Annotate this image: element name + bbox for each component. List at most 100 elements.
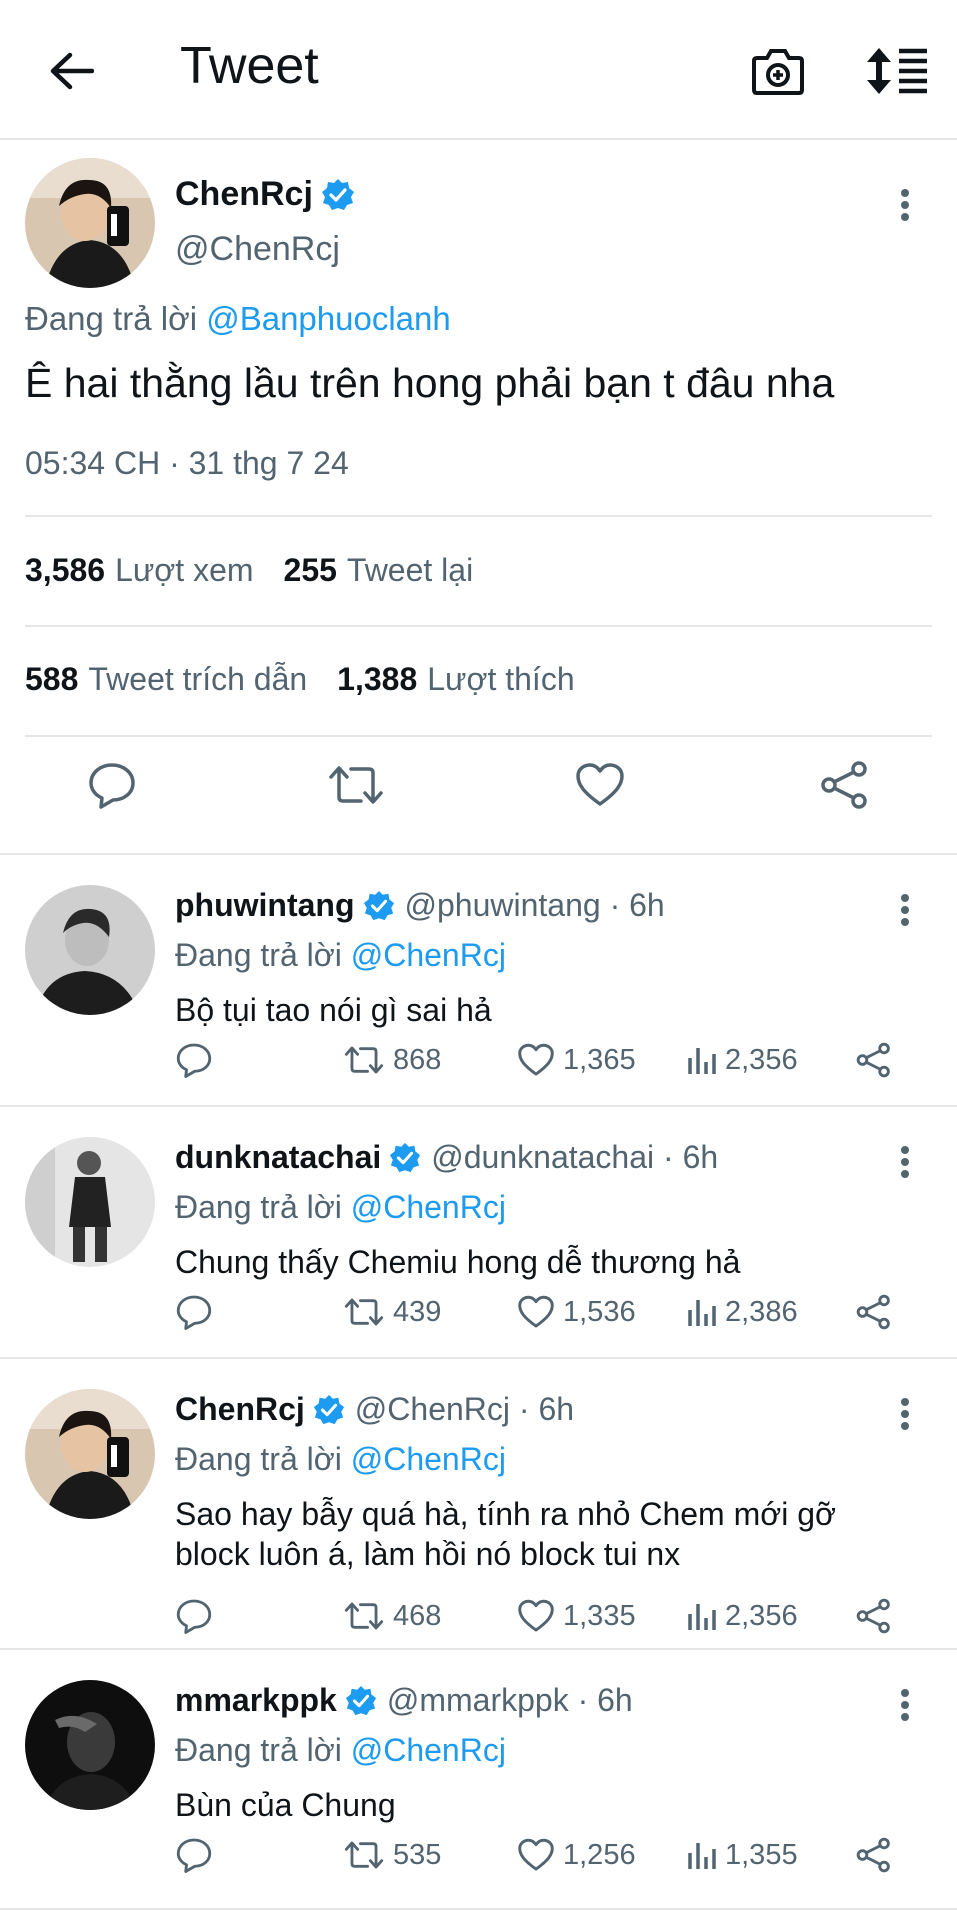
replying-to-mention[interactable]: @ChenRcj xyxy=(351,1732,506,1768)
retweet-count: 439 xyxy=(393,1295,442,1328)
retweet-count: 535 xyxy=(393,1838,442,1871)
reply-tweet[interactable]: mmarkppk @mmarkppk · 6h Đang trả lời @Ch… xyxy=(0,1650,957,1910)
replying-to-mention[interactable]: @ChenRcj xyxy=(351,937,506,973)
tweet-text: Ê hai thằng lầu trên hong phải bạn t đâu… xyxy=(25,360,835,406)
views-chart-icon xyxy=(687,1044,717,1076)
author-handle[interactable]: @ChenRcj xyxy=(175,230,340,269)
replying-to: Đang trả lời @ChenRcj xyxy=(175,937,506,974)
reply-icon[interactable] xyxy=(175,1287,213,1337)
share-icon[interactable] xyxy=(855,1035,893,1085)
like-button[interactable]: 1,335 xyxy=(517,1591,636,1641)
quotes-label: Tweet trích dẫn xyxy=(88,661,308,697)
reply-action-bar: 868 1,365 2,356 xyxy=(175,1035,915,1085)
verified-badge-icon xyxy=(313,1394,345,1426)
avatar[interactable] xyxy=(25,885,155,1015)
reply-header: phuwintang @phuwintang · 6h xyxy=(175,887,665,924)
reply-author-handle[interactable]: @phuwintang · 6h xyxy=(405,887,665,924)
divider xyxy=(25,735,932,737)
views-button[interactable]: 2,356 xyxy=(687,1035,798,1085)
like-count: 1,365 xyxy=(563,1043,636,1076)
retweet-icon xyxy=(343,1043,385,1077)
like-heart-icon xyxy=(517,1599,555,1633)
back-arrow-icon[interactable] xyxy=(40,40,102,102)
avatar[interactable] xyxy=(25,1680,155,1810)
reply-text: Chung thấy Chemiu hong dễ thương hả xyxy=(175,1244,741,1280)
avatar[interactable] xyxy=(25,1137,155,1267)
camera-icon[interactable] xyxy=(747,40,809,102)
avatar[interactable] xyxy=(25,1389,155,1519)
like-button[interactable]: 1,365 xyxy=(517,1035,636,1085)
top-bar: Tweet xyxy=(0,0,957,140)
views-count: 2,356 xyxy=(725,1599,798,1632)
reply-icon[interactable] xyxy=(175,1035,213,1085)
share-icon[interactable] xyxy=(855,1830,893,1880)
replying-to-label: Đang trả lời xyxy=(175,1189,342,1225)
retweet-icon[interactable] xyxy=(326,755,386,815)
more-options-icon[interactable] xyxy=(885,180,925,230)
author-name[interactable]: ChenRcj xyxy=(175,175,355,214)
views-count: 3,586 xyxy=(25,552,106,588)
reply-author-name[interactable]: ChenRcj xyxy=(175,1391,305,1428)
like-heart-icon[interactable] xyxy=(570,755,630,815)
reply-icon[interactable] xyxy=(175,1591,213,1641)
replying-to-mention[interactable]: @Banphuoclanh xyxy=(206,300,451,337)
retweet-count: 868 xyxy=(393,1043,442,1076)
reply-author-name[interactable]: mmarkppk xyxy=(175,1682,337,1719)
views-button[interactable]: 1,355 xyxy=(687,1830,798,1880)
reply-author-handle[interactable]: @ChenRcj · 6h xyxy=(355,1391,574,1428)
quotes-stat[interactable]: 588 Tweet trích dẫn xyxy=(25,661,307,698)
reply-author-name[interactable]: phuwintang xyxy=(175,887,355,924)
like-button[interactable]: 1,256 xyxy=(517,1830,636,1880)
retweet-button[interactable]: 535 xyxy=(343,1830,441,1880)
retweet-button[interactable]: 868 xyxy=(343,1035,441,1085)
page-title: Tweet xyxy=(180,37,319,95)
reply-text: Sao hay bẫy quá hà, tính ra nhỏ Chem mới… xyxy=(175,1496,837,1572)
replying-to-label: Đang trả lời xyxy=(175,937,342,973)
views-button[interactable]: 2,356 xyxy=(687,1591,798,1641)
reply-tweet[interactable]: ChenRcj @ChenRcj · 6h Đang trả lời @Chen… xyxy=(0,1359,957,1650)
replying-to-label: Đang trả lời xyxy=(175,1732,342,1768)
divider xyxy=(25,625,932,627)
views-stat[interactable]: 3,586 Lượt xem xyxy=(25,552,254,589)
more-options-icon[interactable] xyxy=(885,885,925,935)
sort-icon[interactable] xyxy=(862,40,932,102)
like-count: 1,256 xyxy=(563,1838,636,1871)
reply-author-handle[interactable]: @dunknatachai · 6h xyxy=(431,1139,718,1176)
retweets-count: 255 xyxy=(283,552,337,588)
reply-tweet[interactable]: phuwintang @phuwintang · 6h Đang trả lời… xyxy=(0,855,957,1107)
replying-to: Đang trả lời @ChenRcj xyxy=(175,1189,506,1226)
share-icon[interactable] xyxy=(815,755,875,815)
views-chart-icon xyxy=(687,1600,717,1632)
views-count: 1,355 xyxy=(725,1838,798,1871)
retweet-icon xyxy=(343,1295,385,1329)
main-tweet: ChenRcj @ChenRcj Đang trả lời @Banphuocl… xyxy=(0,140,957,855)
replying-to-mention[interactable]: @ChenRcj xyxy=(351,1441,506,1477)
more-options-icon[interactable] xyxy=(885,1137,925,1187)
like-button[interactable]: 1,536 xyxy=(517,1287,636,1337)
likes-stat[interactable]: 1,388 Lượt thích xyxy=(337,661,574,698)
tweet-timestamp: 05:34 CH · 31 thg 7 24 xyxy=(25,445,349,481)
retweets-stat[interactable]: 255 Tweet lại xyxy=(284,552,474,589)
replying-to: Đang trả lời @Banphuoclanh xyxy=(25,300,451,338)
views-button[interactable]: 2,386 xyxy=(687,1287,798,1337)
reply-icon[interactable] xyxy=(82,755,142,815)
more-options-icon[interactable] xyxy=(885,1680,925,1730)
reply-icon[interactable] xyxy=(175,1830,213,1880)
reply-tweet[interactable]: dunknatachai @dunknatachai · 6h Đang trả… xyxy=(0,1107,957,1359)
replying-to-mention[interactable]: @ChenRcj xyxy=(351,1189,506,1225)
retweet-button[interactable]: 468 xyxy=(343,1591,441,1641)
avatar[interactable] xyxy=(25,158,155,288)
retweet-button[interactable]: 439 xyxy=(343,1287,441,1337)
tweet-action-bar xyxy=(0,740,957,835)
replying-to: Đang trả lời @ChenRcj xyxy=(175,1732,506,1769)
verified-badge-icon xyxy=(389,1142,421,1174)
reply-author-name[interactable]: dunknatachai xyxy=(175,1139,381,1176)
verified-badge-icon xyxy=(345,1685,377,1717)
replying-to: Đang trả lời @ChenRcj xyxy=(175,1441,506,1478)
reply-author-handle[interactable]: @mmarkppk · 6h xyxy=(387,1682,633,1719)
views-count: 2,386 xyxy=(725,1295,798,1328)
share-icon[interactable] xyxy=(855,1287,893,1337)
more-options-icon[interactable] xyxy=(885,1389,925,1439)
retweet-icon xyxy=(343,1599,385,1633)
share-icon[interactable] xyxy=(855,1591,893,1641)
